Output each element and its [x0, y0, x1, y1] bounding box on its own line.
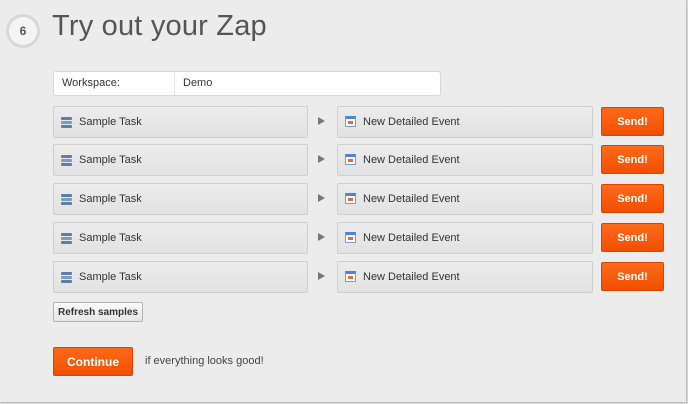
action-sample[interactable]: New Detailed Event: [337, 261, 593, 293]
task-list-icon: [61, 272, 72, 283]
action-label: New Detailed Event: [363, 193, 460, 205]
send-button[interactable]: Send!: [601, 107, 664, 136]
trigger-sample[interactable]: Sample Task: [53, 183, 308, 215]
action-sample[interactable]: New Detailed Event: [337, 183, 593, 215]
send-button[interactable]: Send!: [601, 145, 664, 174]
calendar-icon: [345, 232, 356, 243]
calendar-icon: [345, 271, 356, 282]
sample-row: Sample Task New Detailed Event Send!: [0, 183, 688, 215]
send-button[interactable]: Send!: [601, 223, 664, 252]
trigger-label: Sample Task: [79, 271, 142, 283]
task-list-icon: [61, 155, 72, 166]
step-number: 6: [19, 24, 27, 38]
sample-row: Sample Task New Detailed Event Send!: [0, 106, 688, 138]
workspace-divider: [174, 72, 175, 95]
send-button[interactable]: Send!: [601, 262, 664, 291]
sample-row: Sample Task New Detailed Event Send!: [0, 222, 688, 254]
trigger-sample[interactable]: Sample Task: [53, 106, 308, 138]
calendar-icon: [345, 193, 356, 204]
calendar-icon: [345, 154, 356, 165]
action-label: New Detailed Event: [363, 154, 460, 166]
play-arrow-icon: [318, 194, 325, 202]
continue-button[interactable]: Continue: [53, 347, 133, 376]
action-sample[interactable]: New Detailed Event: [337, 144, 593, 176]
send-button[interactable]: Send!: [601, 184, 664, 213]
action-label: New Detailed Event: [363, 232, 460, 244]
continue-hint: if everything looks good!: [145, 355, 264, 367]
trigger-sample[interactable]: Sample Task: [53, 261, 308, 293]
calendar-icon: [345, 116, 356, 127]
trigger-label: Sample Task: [79, 116, 142, 128]
step-badge: 6: [6, 14, 40, 48]
workspace-label: Workspace:: [62, 77, 120, 89]
trigger-label: Sample Task: [79, 193, 142, 205]
play-arrow-icon: [318, 117, 325, 125]
workspace-field[interactable]: Workspace: Demo: [53, 71, 441, 96]
action-label: New Detailed Event: [363, 116, 460, 128]
task-list-icon: [61, 233, 72, 244]
task-list-icon: [61, 194, 72, 205]
trigger-sample[interactable]: Sample Task: [53, 144, 308, 176]
page-title: Try out your Zap: [52, 10, 267, 42]
action-sample[interactable]: New Detailed Event: [337, 222, 593, 254]
trigger-label: Sample Task: [79, 154, 142, 166]
sample-row: Sample Task New Detailed Event Send!: [0, 261, 688, 293]
workspace-value[interactable]: Demo: [183, 77, 212, 89]
play-arrow-icon: [318, 233, 325, 241]
sample-row: Sample Task New Detailed Event Send!: [0, 144, 688, 176]
trigger-label: Sample Task: [79, 232, 142, 244]
refresh-samples-button[interactable]: Refresh samples: [53, 302, 143, 322]
task-list-icon: [61, 117, 72, 128]
action-label: New Detailed Event: [363, 271, 460, 283]
action-sample[interactable]: New Detailed Event: [337, 106, 593, 138]
trigger-sample[interactable]: Sample Task: [53, 222, 308, 254]
play-arrow-icon: [318, 155, 325, 163]
play-arrow-icon: [318, 272, 325, 280]
